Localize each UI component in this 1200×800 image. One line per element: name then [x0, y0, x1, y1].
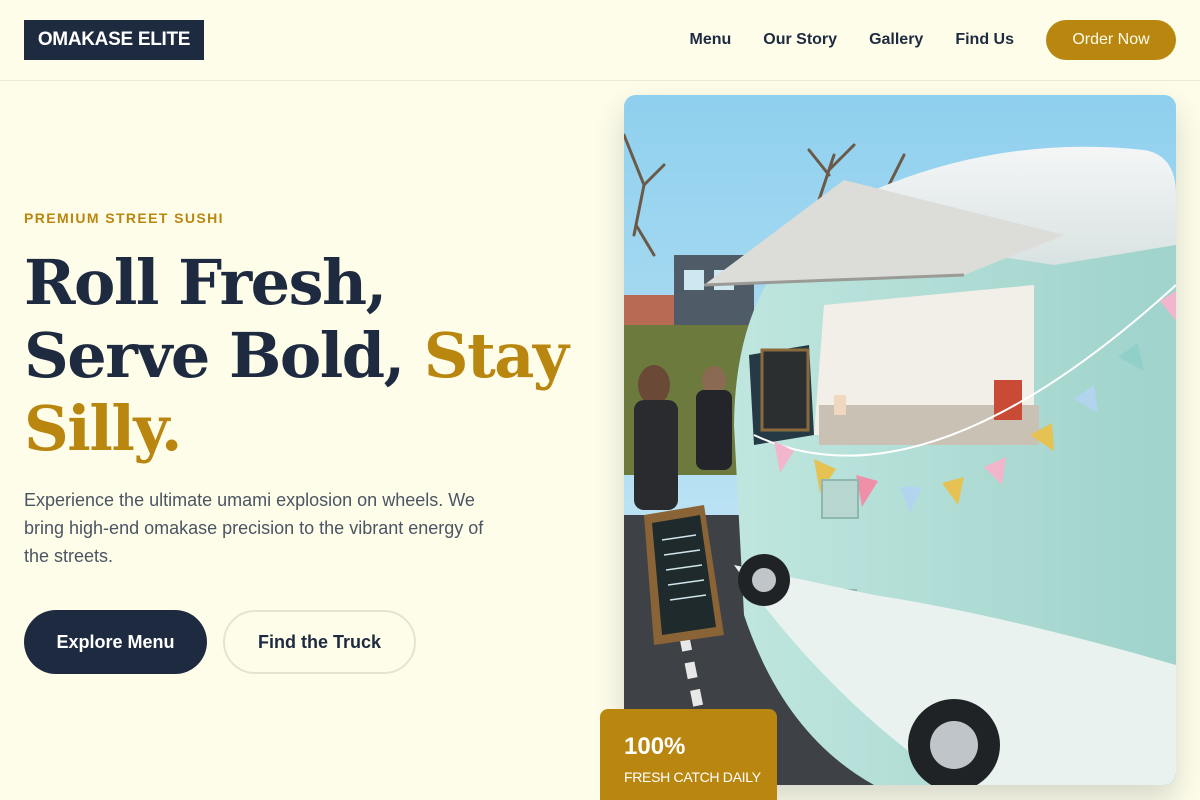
- nav-link-menu[interactable]: Menu: [689, 31, 731, 49]
- headline-accent-2: Silly.: [24, 392, 182, 465]
- nav-link-find-us[interactable]: Find Us: [955, 31, 1014, 49]
- stat-label: FRESH CATCH DAILY: [624, 769, 761, 785]
- find-the-truck-button[interactable]: Find the Truck: [223, 610, 416, 674]
- headline-line-2: Serve Bold,: [24, 319, 405, 392]
- main-nav: Menu Our Story Gallery Find Us Order Now: [689, 20, 1176, 60]
- fresh-catch-badge: 100% FRESH CATCH DAILY: [600, 709, 777, 800]
- stat-value: 100%: [624, 733, 686, 760]
- hero-description: Experience the ultimate umami explosion …: [24, 490, 484, 566]
- logo[interactable]: OMAKASE ELITE: [24, 20, 204, 60]
- nav-link-gallery[interactable]: Gallery: [869, 31, 923, 49]
- hero-headline: Roll Fresh, Serve Bold, Stay Silly.: [24, 246, 594, 465]
- site-header: OMAKASE ELITE Menu Our Story Gallery Fin…: [0, 0, 1200, 81]
- headline-accent-1: Stay: [423, 319, 569, 392]
- nav-link-our-story[interactable]: Our Story: [763, 31, 837, 49]
- explore-menu-button[interactable]: Explore Menu: [24, 610, 207, 674]
- food-truck-photo: [624, 95, 1176, 785]
- headline-line-1: Roll Fresh,: [24, 246, 387, 319]
- order-now-button[interactable]: Order Now: [1046, 20, 1176, 60]
- hero-eyebrow: PREMIUM STREET SUSHI: [24, 210, 224, 226]
